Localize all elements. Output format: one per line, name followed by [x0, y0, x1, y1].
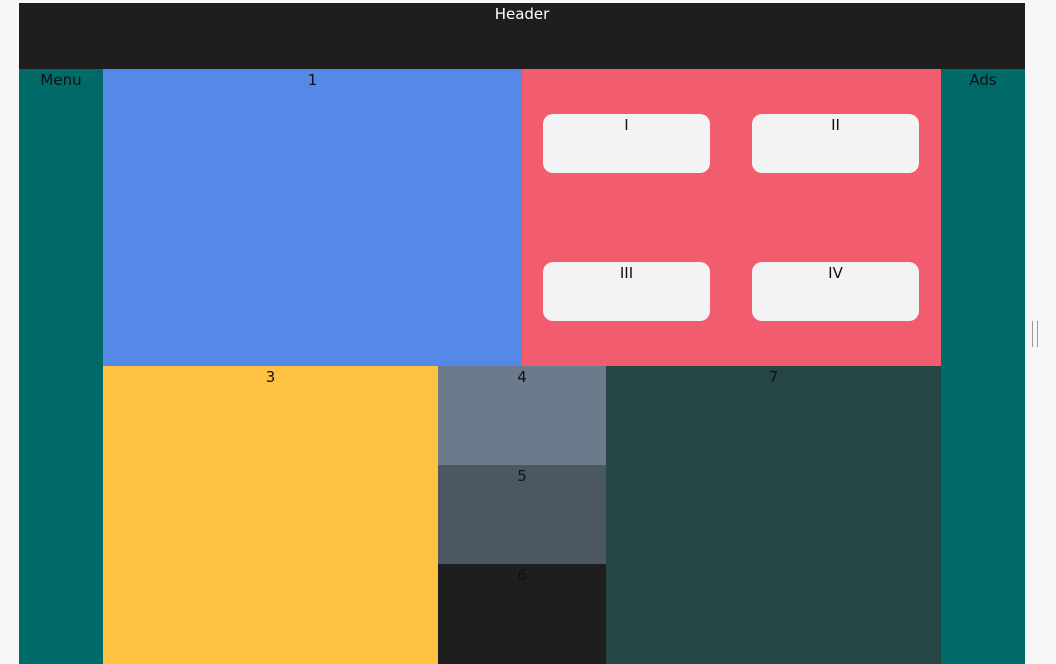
card-ii-label: II [831, 116, 840, 134]
grid-item-6: 6 [438, 564, 606, 664]
grid-item-1: 1 [103, 69, 522, 366]
card-i: I [543, 114, 710, 173]
grid-item-7: 7 [606, 366, 941, 664]
card-iii: III [543, 262, 710, 321]
card-iv-label: IV [828, 264, 843, 282]
resize-handle[interactable] [1032, 321, 1038, 347]
grid-item-4-label: 4 [517, 368, 527, 386]
grid-item-5-label: 5 [517, 467, 527, 485]
card-iii-label: III [619, 264, 634, 282]
header-region: Header [19, 3, 1025, 69]
grid-item-6-label: 6 [517, 566, 527, 584]
header-label: Header [494, 5, 550, 23]
grid-item-3: 3 [103, 366, 438, 664]
card-iv: IV [752, 262, 919, 321]
grid-item-4: 4 [438, 366, 606, 465]
card-ii: II [752, 114, 919, 173]
ads-label: Ads [969, 71, 997, 89]
menu-region: Menu [19, 69, 103, 664]
layout-frame: Header Menu 1 I II III IV Ads 3 4 5 6 7 [19, 3, 1025, 664]
ads-region: Ads [941, 69, 1025, 664]
grid-item-7-label: 7 [768, 368, 779, 386]
grid-item-3-label: 3 [265, 368, 276, 386]
grid-item-5: 5 [438, 465, 606, 564]
menu-label: Menu [40, 71, 82, 89]
grid-item-1-label: 1 [307, 71, 318, 89]
card-i-label: I [624, 116, 629, 134]
grid-item-2: I II III IV [522, 69, 941, 366]
